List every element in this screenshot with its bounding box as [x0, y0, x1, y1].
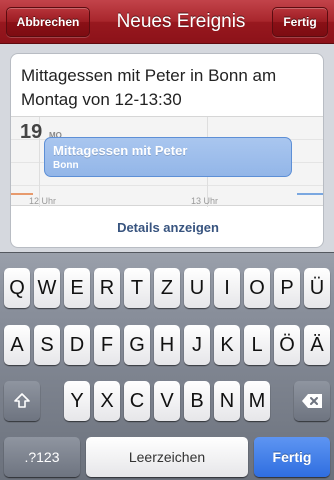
- key-q[interactable]: Q: [4, 268, 30, 308]
- key-h[interactable]: H: [154, 325, 180, 365]
- key-l[interactable]: L: [244, 325, 270, 365]
- shift-icon: [14, 393, 30, 408]
- key-n[interactable]: N: [214, 381, 240, 421]
- key-d[interactable]: D: [64, 325, 90, 365]
- key-j[interactable]: J: [184, 325, 210, 365]
- key-y[interactable]: Y: [64, 381, 90, 421]
- key-x[interactable]: X: [94, 381, 120, 421]
- done-button[interactable]: Fertig: [272, 7, 328, 37]
- key-oe[interactable]: Ö: [274, 325, 300, 365]
- key-w[interactable]: W: [34, 268, 60, 308]
- event-text-field[interactable]: Mittagessen mit Peter in Bonn am Montag …: [21, 64, 317, 112]
- event-card: Mittagessen mit Peter in Bonn am Montag …: [10, 53, 324, 248]
- space-key[interactable]: Leerzeichen: [86, 437, 248, 477]
- hour-gridline: [11, 185, 323, 186]
- content-area: Mittagessen mit Peter in Bonn am Montag …: [0, 44, 334, 252]
- event-block[interactable]: Mittagessen mit Peter Bonn: [44, 137, 292, 177]
- key-g[interactable]: G: [124, 325, 150, 365]
- details-button[interactable]: Details anzeigen: [11, 206, 323, 247]
- key-z[interactable]: Z: [154, 268, 180, 308]
- day-number: 19: [20, 121, 43, 143]
- key-r[interactable]: R: [94, 268, 120, 308]
- key-u[interactable]: U: [184, 268, 210, 308]
- time-label-13: 13 Uhr: [191, 196, 219, 206]
- shift-key[interactable]: [4, 381, 40, 421]
- event-range-marker: [297, 193, 323, 195]
- key-t[interactable]: T: [124, 268, 150, 308]
- key-m[interactable]: M: [244, 381, 270, 421]
- key-f[interactable]: F: [94, 325, 120, 365]
- key-b[interactable]: B: [184, 381, 210, 421]
- key-i[interactable]: I: [214, 268, 240, 308]
- page-title: Neues Ereignis: [116, 11, 246, 32]
- navigation-bar: Abbrechen Neues Ereignis Fertig: [0, 0, 334, 44]
- key-c[interactable]: C: [124, 381, 150, 421]
- key-ae[interactable]: Ä: [304, 325, 330, 365]
- key-e[interactable]: E: [64, 268, 90, 308]
- current-time-marker: [11, 193, 33, 195]
- cancel-button[interactable]: Abbrechen: [6, 7, 90, 37]
- key-p[interactable]: P: [274, 268, 300, 308]
- event-block-title: Mittagessen mit Peter: [53, 143, 188, 158]
- key-ue[interactable]: Ü: [304, 268, 330, 308]
- key-o[interactable]: O: [244, 268, 270, 308]
- backspace-key[interactable]: [294, 381, 330, 421]
- key-s[interactable]: S: [34, 325, 60, 365]
- backspace-icon: [302, 394, 322, 408]
- time-label-12: 12 Uhr: [29, 196, 57, 206]
- calendar-preview: 19 MO 12 Uhr 13 Uhr Mittagessen mit Pete…: [11, 116, 323, 207]
- numbers-key[interactable]: .?123: [4, 437, 80, 477]
- return-key[interactable]: Fertig: [254, 437, 330, 477]
- key-a[interactable]: A: [4, 325, 30, 365]
- keyboard: Q W E R T Z U I O P Ü A S D F G H J K L …: [0, 252, 334, 480]
- event-block-location: Bonn: [53, 160, 79, 171]
- key-k[interactable]: K: [214, 325, 240, 365]
- key-v[interactable]: V: [154, 381, 180, 421]
